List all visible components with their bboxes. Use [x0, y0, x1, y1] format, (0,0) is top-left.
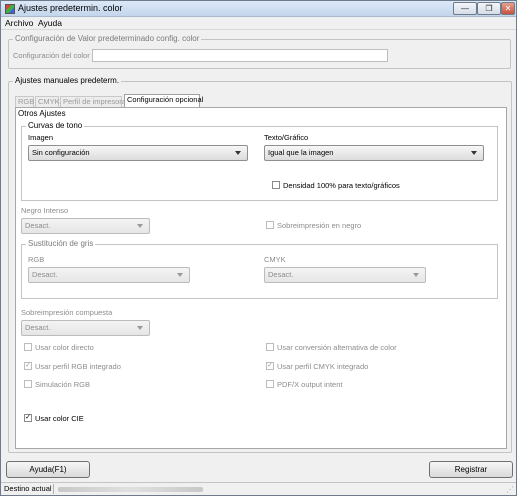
curvas-legend: Curvas de tono	[26, 121, 85, 130]
perfil-rgb-checkbox[interactable]: ✓ Usar perfil RGB integrado	[24, 362, 134, 372]
sobreimpresion-compuesta-select[interactable]: Desact.	[21, 320, 150, 336]
color-config-field[interactable]	[92, 49, 388, 62]
valor-group-legend: Configuración de Valor predeterminado co…	[13, 34, 202, 43]
chevron-down-icon	[137, 224, 143, 228]
gris-rgb-label: RGB	[28, 255, 45, 264]
curvas-de-tono-group: Curvas de tono Imagen Sin configuración …	[21, 121, 498, 201]
status-destination-value	[58, 487, 203, 492]
sustitucion-gris-legend: Sustitución de gris	[26, 239, 96, 248]
tab-panel-configuracion-opcional: Otros Ajustes Curvas de tono Imagen Sin …	[15, 107, 507, 449]
sobreimpresion-negro-label: Sobreimpresión en negro	[277, 221, 362, 230]
perfil-rgb-label: Usar perfil RGB integrado	[35, 362, 121, 371]
conversion-alternativa-label: Usar conversión alternativa de color	[277, 343, 397, 352]
app-icon	[5, 4, 15, 14]
gris-cmyk-select[interactable]: Desact.	[264, 267, 426, 283]
usar-color-cie-checkbox[interactable]: ✓ Usar color CIE	[24, 414, 104, 424]
check-mark-icon: ✓	[266, 362, 274, 370]
registrar-button[interactable]: Registrar	[429, 461, 513, 478]
menu-bar: Archivo Ayuda	[1, 17, 516, 30]
resize-grip-icon[interactable]: ⋰	[506, 485, 514, 494]
negro-intenso-label: Negro Intenso	[21, 206, 69, 215]
status-divider	[53, 484, 54, 494]
sobreimpresion-negro-checkbox[interactable]: Sobreimpresión en negro	[266, 221, 366, 231]
simulacion-rgb-checkbox[interactable]: Simulación RGB	[24, 380, 104, 390]
otros-ajustes-label: Otros Ajustes	[18, 109, 66, 118]
gris-rgb-value: Desact.	[32, 270, 58, 279]
simulacion-rgb-label: Simulación RGB	[35, 380, 91, 389]
conversion-alternativa-checkbox[interactable]: Usar conversión alternativa de color	[266, 343, 406, 353]
tab-cmyk[interactable]: CMYK	[35, 96, 60, 107]
texto-grafico-label: Texto/Gráfico	[264, 133, 309, 142]
perfil-cmyk-label: Usar perfil CMYK integrado	[277, 362, 369, 371]
checkbox-icon	[24, 380, 32, 388]
tab-configuracion-opcional[interactable]: Configuración opcional	[124, 94, 203, 107]
menu-archivo[interactable]: Archivo	[5, 18, 33, 28]
gris-cmyk-value: Desact.	[268, 270, 294, 279]
ayuda-button[interactable]: Ayuda(F1)	[6, 461, 90, 478]
texto-grafico-select-value: Igual que la imagen	[268, 148, 334, 157]
sustitucion-gris-group: Sustitución de gris RGB Desact. CMYK Des…	[21, 239, 498, 299]
close-button[interactable]: ✕	[501, 2, 515, 15]
status-label: Destino actual	[4, 484, 52, 493]
checkbox-icon	[266, 343, 274, 351]
pdfx-label: PDF/X output intent	[277, 380, 343, 389]
densidad-label: Densidad 100% para texto/gráficos	[283, 181, 400, 190]
tab-perfil-impresora[interactable]: Perfil de impresora	[60, 96, 126, 107]
window-title: Ajustes predetermin. color	[18, 3, 123, 13]
usar-color-directo-label: Usar color directo	[35, 343, 94, 352]
pdfx-checkbox[interactable]: PDF/X output intent	[266, 380, 366, 390]
sobreimpresion-compuesta-label: Sobreimpresión compuesta	[21, 308, 113, 317]
main-window: Ajustes predetermin. color — ❐ ✕ Archivo…	[0, 0, 517, 496]
minimize-button[interactable]: —	[453, 2, 477, 15]
valor-predeterminado-group: Configuración de Valor predeterminado co…	[8, 34, 511, 69]
chevron-down-icon	[235, 151, 241, 155]
checkbox-icon	[24, 343, 32, 351]
check-mark-icon: ✓	[24, 414, 32, 422]
menu-ayuda[interactable]: Ayuda	[38, 18, 62, 28]
negro-intenso-value: Desact.	[25, 221, 51, 230]
restore-button[interactable]: ❐	[477, 2, 501, 15]
status-bar: Destino actual ⋰	[1, 482, 516, 495]
imagen-label: Imagen	[28, 133, 54, 142]
gris-cmyk-label: CMYK	[264, 255, 286, 264]
check-mark-icon: ✓	[24, 362, 32, 370]
ajustes-manuales-group: Ajustes manuales predeterm. RGB CMYK Per…	[8, 76, 512, 453]
chevron-down-icon	[471, 151, 477, 155]
gris-rgb-select[interactable]: Desact.	[28, 267, 190, 283]
checkbox-icon	[266, 380, 274, 388]
chevron-down-icon	[137, 326, 143, 330]
negro-intenso-select[interactable]: Desact.	[21, 218, 150, 234]
texto-grafico-select[interactable]: Igual que la imagen	[264, 145, 484, 161]
checkbox-icon	[272, 181, 280, 189]
ajustes-manuales-legend: Ajustes manuales predeterm.	[13, 76, 122, 85]
imagen-select[interactable]: Sin configuración	[28, 145, 248, 161]
usar-color-directo-checkbox[interactable]: Usar color directo	[24, 343, 124, 353]
densidad-checkbox[interactable]: Densidad 100% para texto/gráficos	[272, 181, 412, 191]
title-bar: Ajustes predetermin. color — ❐	[1, 1, 516, 17]
checkbox-icon	[266, 221, 274, 229]
usar-color-cie-label: Usar color CIE	[35, 414, 84, 423]
chevron-down-icon	[413, 273, 419, 277]
imagen-select-value: Sin configuración	[32, 148, 90, 157]
tab-rgb[interactable]: RGB	[15, 96, 34, 107]
chevron-down-icon	[177, 273, 183, 277]
perfil-cmyk-checkbox[interactable]: ✓ Usar perfil CMYK integrado	[266, 362, 386, 372]
sobreimpresion-compuesta-value: Desact.	[25, 323, 51, 332]
color-config-label: Configuración del color	[13, 51, 90, 60]
